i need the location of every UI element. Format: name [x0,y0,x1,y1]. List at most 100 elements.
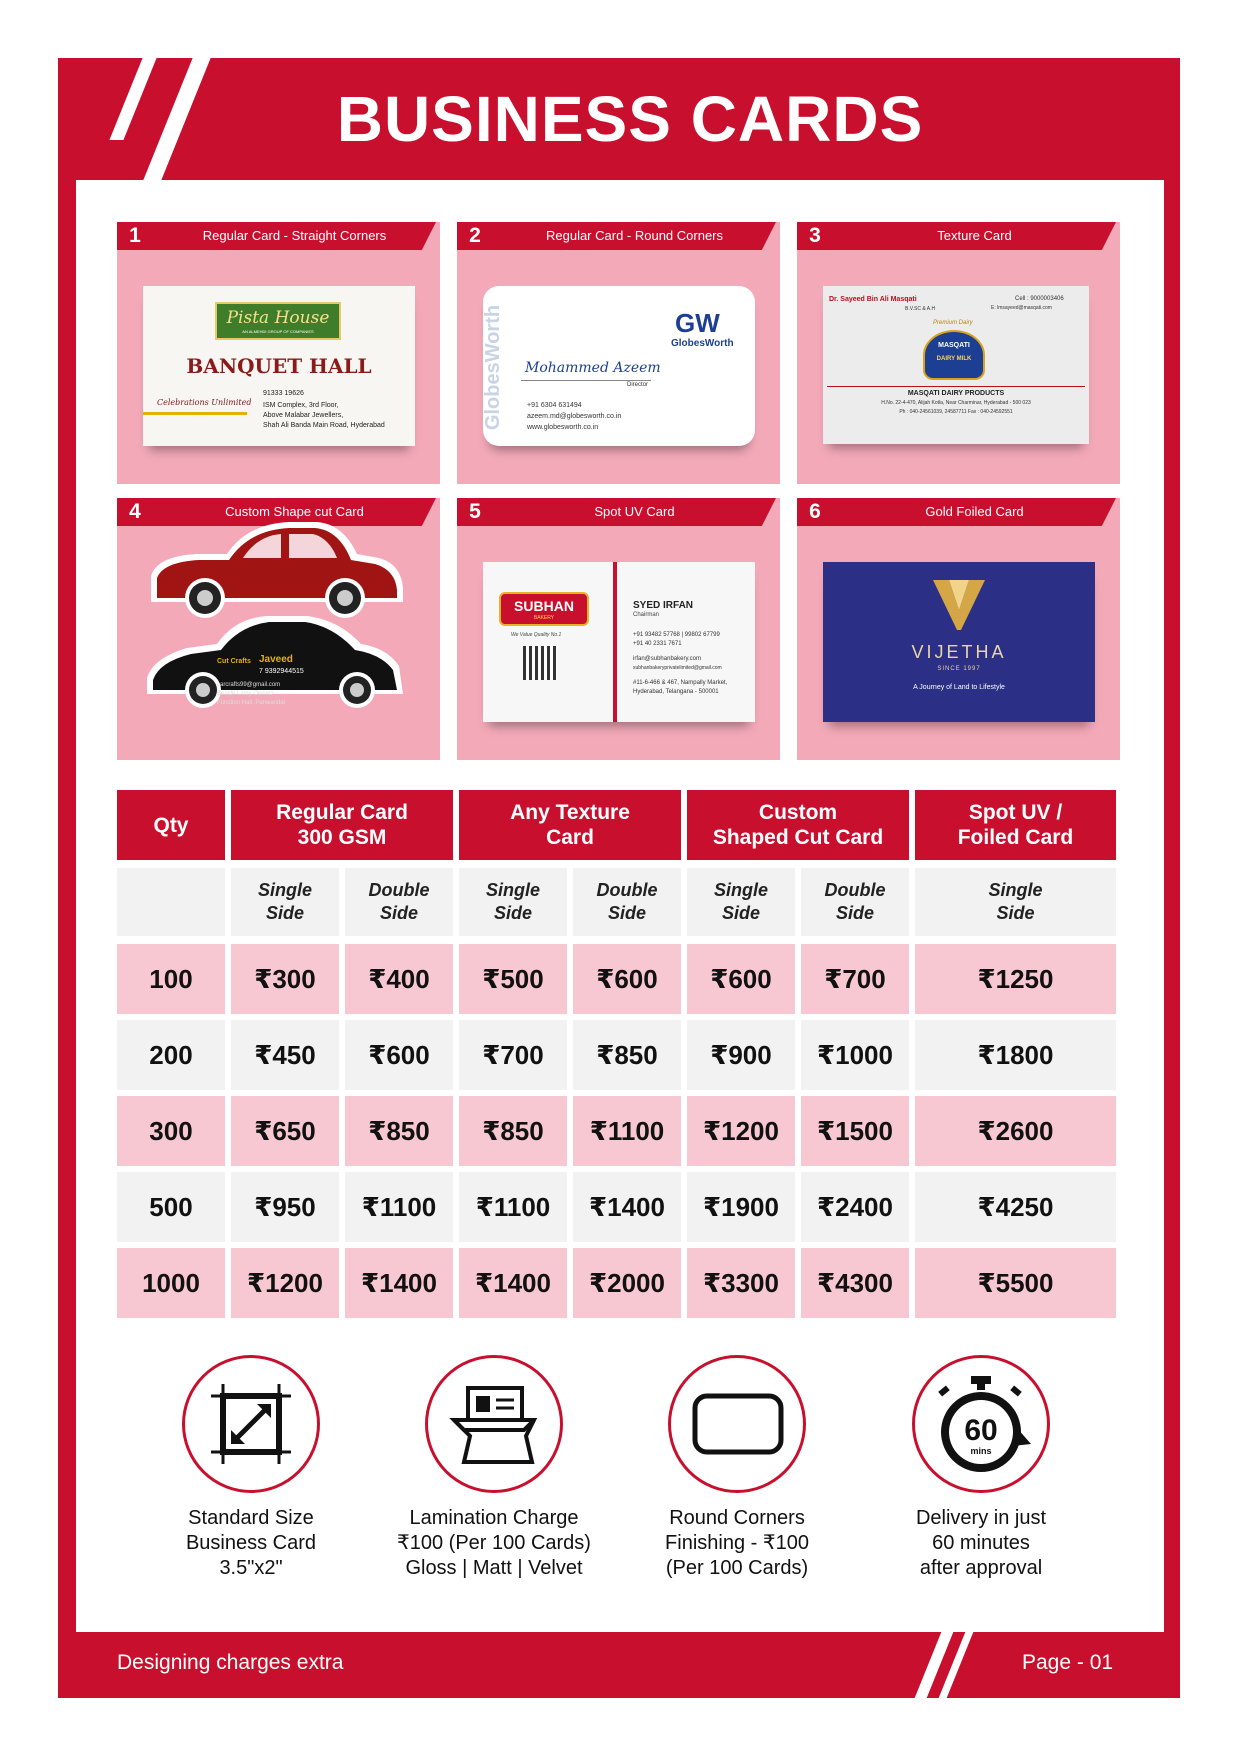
price-cell: ₹850 [345,1096,453,1166]
card-email: irfan@subhanbakery.com [633,656,702,662]
subheader-single-side: Single Side [459,868,567,936]
lamination-icon [449,1386,538,1464]
qty-cell: 100 [117,944,225,1014]
panel-label: Spot UV Card [493,498,776,526]
price-cell: ₹2000 [573,1248,681,1318]
sample-panel-5: 5 Spot UV Card SUBHAN BAKERY We Value Qu… [457,498,780,760]
card-address-line: Hyderabad, Telangana - 500001 [633,689,719,695]
logo-subtext: DAIRY MILK [936,356,972,362]
card-name: SYED IRFAN [633,600,694,611]
price-cell: ₹850 [573,1020,681,1090]
card-qualification: B.V.SC & A.H [905,306,936,312]
feature-text-round-corners: Round Corners Finishing - ₹100 (Per 100 … [617,1506,857,1581]
sample-card-texture: Dr. Sayeed Bin Ali Masqati B.V.SC & A.H … [823,286,1089,444]
footer-note: Designing charges extra [117,1651,344,1674]
stopwatch-badge-number: 60 [964,1414,997,1447]
table-header-custom-shape: Custom Shaped Cut Card [687,790,909,860]
card-role: Chairman [633,612,660,618]
price-cell: ₹700 [459,1020,567,1090]
sample-card-spot-uv: SUBHAN BAKERY We Value Quality No.1 SYED… [483,562,755,722]
feature-text-lamination: Lamination Charge ₹100 (Per 100 Cards) G… [374,1506,614,1581]
price-cell: ₹1000 [801,1020,909,1090]
qty-cell: 300 [117,1096,225,1166]
panel-tag: 5 Spot UV Card [457,498,780,526]
panel-tag: 6 Gold Foiled Card [797,498,1120,526]
subheader-label: Side [721,903,760,923]
sample-panel-6: 6 Gold Foiled Card VIJETHA SINCE 1997 A … [797,498,1120,760]
resize-icon [211,1384,291,1464]
qty-cell: 500 [117,1172,225,1242]
card-website: www.globesworth.co.in [527,424,599,431]
card-tagline: A Journey of Land to Lifestyle [913,684,1005,691]
feature-line: Delivery in just [915,1507,1047,1529]
subheader-label: Single [485,880,540,900]
subheader-single-side: Single Side [915,868,1116,936]
price-cell: ₹3300 [687,1248,795,1318]
price-cell: ₹650 [231,1096,339,1166]
feature-line: Lamination Charge [409,1507,579,1529]
panel-label: Regular Card - Round Corners [493,222,776,250]
price-cell: ₹1100 [573,1096,681,1166]
price-cell: ₹1100 [459,1172,567,1242]
subheader-label: Side [835,903,874,923]
subheader-label: Single [713,880,768,900]
card-address-line: Function Hall, Panwandal [217,700,286,706]
panel-tag: 1 Regular Card - Straight Corners [117,222,440,250]
subheader-label: Side [996,903,1035,923]
logo-subtext: BAKERY [533,615,555,621]
card-phone: 7 9392944515 [259,668,304,675]
brand-tagline: AN ALMEHDI GROUP OF COMPANIES [242,329,314,334]
card-side-watermark: GlobesWorth [482,304,505,431]
card-phone: +91 40 2331 7671 [633,641,682,647]
header-label: Qty [153,813,189,837]
price-cell: ₹500 [459,944,567,1014]
price-cell: ₹1200 [231,1248,339,1318]
card-phone: +91 93482 57768 | 99802 67799 [633,632,720,638]
globe-logo-icon: GW [675,308,720,338]
feature-line: 3.5"x2" [219,1557,283,1579]
qr-code-icon [523,646,557,680]
card-brand: VIJETHA [911,642,1007,662]
panel-number: 1 [117,222,153,250]
header-label: Spot UV / [968,801,1063,824]
panel-tag: 2 Regular Card - Round Corners [457,222,780,250]
price-cell: ₹4250 [915,1172,1116,1242]
page-title: BUSINESS CARDS [336,83,924,155]
sample-panel-4: 4 Custom Shape cut Card Cut Crafts Javee… [117,498,440,760]
car-shape-black-icon [147,616,403,708]
price-cell: ₹700 [801,944,909,1014]
card-heading: BANQUET HALL [186,354,372,378]
rounded-rect-icon [692,1393,784,1455]
feature-lamination [425,1355,563,1493]
card-divider [827,386,1085,387]
card-name: Mohammed Azeem [525,360,661,376]
panel-label: Regular Card - Straight Corners [153,222,436,250]
stopwatch-icon: 60 mins [938,1376,1031,1472]
yellow-accent-bar [143,412,247,415]
card-email: subhanbakeryprivatelimited@gmail.com [633,665,722,671]
subheader-double-side: Double Side [345,868,453,936]
price-cell: ₹1400 [459,1248,567,1318]
card-address-line: Shah Ali Banda Main Road, Hyderabad [263,422,385,429]
subheader-label: Double [596,880,658,900]
price-cell: ₹1500 [801,1096,909,1166]
feature-line: 60 minutes [932,1532,1030,1554]
sample-panel-3: 3 Texture Card Dr. Sayeed Bin Ali Masqat… [797,222,1120,484]
card-slogan: Celebrations Unlimited [157,398,252,407]
card-brand: Cut Crafts [217,658,251,665]
stopwatch-badge-unit: mins [970,1446,991,1456]
brand-logo-box: Pista House AN ALMEHDI GROUP OF COMPANIE… [215,302,341,340]
feature-line: ₹100 (Per 100 Cards) [397,1532,591,1554]
feature-text-delivery: Delivery in just 60 minutes after approv… [861,1506,1101,1581]
red-stripe [613,562,617,722]
header-label: Any Texture [510,801,630,824]
price-cell: ₹950 [231,1172,339,1242]
price-cell: ₹1100 [345,1172,453,1242]
price-cell: ₹1250 [915,944,1116,1014]
table-header-qty: Qty [117,790,225,860]
qty-cell: 200 [117,1020,225,1090]
feature-delivery: 60 mins [912,1355,1050,1493]
price-cell: ₹1400 [573,1172,681,1242]
logo-text: SUBHAN [514,598,574,614]
card-cell: Cell : 9000003406 [1015,296,1064,302]
